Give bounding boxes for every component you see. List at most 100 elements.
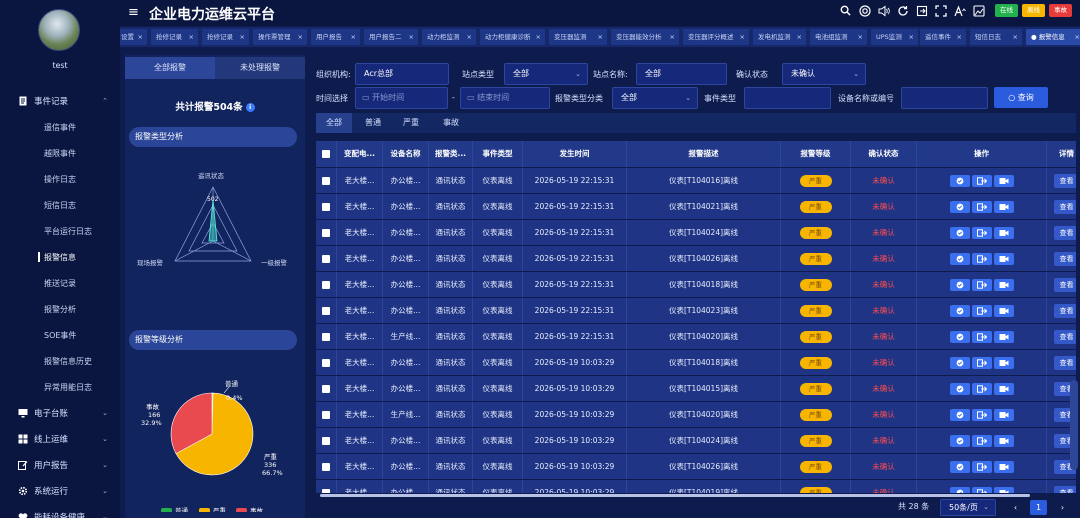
row-checkbox[interactable] [322,255,330,263]
tab-all-alarms[interactable]: 全部报警 [125,57,215,79]
sidebar-item-9[interactable]: SOE事件 [0,322,120,348]
handle-button[interactable] [971,253,992,265]
avatar[interactable] [38,9,80,51]
sidebar-item-10[interactable]: 报警信息历史 [0,348,120,374]
sidebar-item-4[interactable]: 短信日志 [0,192,120,218]
tab-unhandled-alarms[interactable]: 未处理报警 [215,57,305,79]
close-icon[interactable]: × [240,29,245,45]
tab-level-all[interactable]: 全部 [316,113,352,133]
handle-button[interactable] [971,227,992,239]
confirm-button[interactable] [949,201,970,213]
table-row[interactable]: 老大楼... 办公楼... 通讯状态 仪表离线 2026-05-19 22:15:31 仪… [316,297,1076,324]
page-vertical-scrollbar[interactable] [1070,380,1078,470]
font-size-icon[interactable] [953,4,966,17]
close-icon[interactable]: × [598,29,603,45]
tab-12[interactable]: 电池组监测 × [810,29,867,45]
close-icon[interactable]: × [858,29,863,45]
row-checkbox[interactable] [322,229,330,237]
handle-button[interactable] [971,175,992,187]
row-checkbox[interactable] [322,333,330,341]
confirm-button[interactable] [949,435,970,447]
row-checkbox[interactable] [322,463,330,471]
view-details-button[interactable]: 查看 [1053,486,1076,493]
view-details-button[interactable]: 查看 [1053,330,1076,344]
table-row[interactable]: 老大楼... 办公楼... 通讯状态 仪表离线 2026-05-19 22:15:31 仪… [316,271,1076,298]
help-icon[interactable] [858,4,871,17]
confirm-status-select[interactable]: 未确认 ⌄ [782,63,866,85]
sidebar-item-7[interactable]: 推送记录 [0,270,120,296]
handle-button[interactable] [971,383,992,395]
tab-7[interactable]: 动力柜健康诊断 × [480,29,545,45]
sidebar-group-15[interactable]: 系统运行 ⌄ [0,478,120,504]
view-details-button[interactable]: 查看 [1053,226,1076,240]
confirm-button[interactable] [949,383,970,395]
tab-14[interactable]: 遥信事件 × [920,29,966,45]
sidebar-item-3[interactable]: 操作日志 [0,166,120,192]
status-button-2[interactable]: 事故 [1049,4,1072,17]
video-button[interactable] [993,227,1014,239]
view-details-button[interactable]: 查看 [1053,174,1076,188]
view-details-button[interactable]: 查看 [1053,200,1076,214]
close-icon[interactable]: × [138,29,143,45]
sidebar-group-12[interactable]: 电子台账 ⌄ [0,400,120,426]
close-icon[interactable]: × [409,29,414,45]
row-checkbox[interactable] [322,281,330,289]
view-details-button[interactable]: 查看 [1053,356,1076,370]
row-checkbox[interactable] [322,359,330,367]
tab-4[interactable]: 用户报告 × [311,29,360,45]
close-icon[interactable]: × [670,29,675,45]
confirm-button[interactable] [949,279,970,291]
video-button[interactable] [993,305,1014,317]
table-row[interactable]: 老大楼... 办公楼... 通讯状态 仪表离线 2026-05-19 10:03:29 仪… [316,375,1076,402]
video-button[interactable] [993,279,1014,291]
close-icon[interactable]: × [298,29,303,45]
tab-15[interactable]: 短信日志 × [970,29,1022,45]
sidebar-group-14[interactable]: 用户报告 ⌄ [0,452,120,478]
page-size-select[interactable]: 50条/页 ⌄ [940,499,996,516]
confirm-button[interactable] [949,305,970,317]
handle-button[interactable] [971,279,992,291]
table-row[interactable]: 老大楼... 办公楼... 通讯状态 仪表离线 2026-05-19 22:15:31 仪… [316,193,1076,220]
sidebar-item-8[interactable]: 报警分析 [0,296,120,322]
next-page-button[interactable]: › [1054,500,1071,515]
confirm-button[interactable] [949,357,970,369]
close-icon[interactable]: × [1013,29,1018,45]
handle-button[interactable] [971,357,992,369]
handle-button[interactable] [971,331,992,343]
close-icon[interactable]: × [189,29,194,45]
status-button-0[interactable]: 在线 [995,4,1018,17]
export-icon[interactable] [915,4,928,17]
tab-16[interactable]: ● 报警信息 × [1026,29,1080,45]
video-button[interactable] [993,253,1014,265]
sidebar-group-0[interactable]: 事件记录 ⌃ [0,88,120,114]
confirm-button[interactable] [949,227,970,239]
tab-9[interactable]: 变压器能效分析 × [611,29,679,45]
tab-10[interactable]: 变压器评分概述 × [683,29,749,45]
close-icon[interactable]: × [909,29,914,45]
tab-13[interactable]: UPS监测 × [871,29,918,45]
sidebar-group-13[interactable]: 线上运维 ⌄ [0,426,120,452]
row-checkbox[interactable] [322,385,330,393]
handle-button[interactable] [971,435,992,447]
confirm-button[interactable] [949,253,970,265]
close-icon[interactable]: × [797,29,802,45]
video-button[interactable] [993,201,1014,213]
row-checkbox[interactable] [322,177,330,185]
confirm-button[interactable] [949,461,970,473]
table-row[interactable]: 老大楼... 办公楼... 通讯状态 仪表离线 2026-05-19 22:15:31 仪… [316,219,1076,246]
tab-1[interactable]: 抢修记录 × [151,29,198,45]
confirm-button[interactable] [949,409,970,421]
fullscreen-icon[interactable] [934,4,947,17]
close-icon[interactable]: × [351,29,356,45]
select-all-checkbox[interactable] [322,150,330,158]
tab-level-accident[interactable]: 事故 [434,113,468,133]
view-details-button[interactable]: 查看 [1053,252,1076,266]
sidebar-group-16[interactable]: 能耗设备健康 ⌄ [0,504,120,518]
close-icon[interactable]: × [467,29,472,45]
video-button[interactable] [993,357,1014,369]
row-checkbox[interactable] [322,411,330,419]
prev-page-button[interactable]: ‹ [1007,500,1024,515]
table-row[interactable]: 老大楼... 生产线... 通讯状态 仪表离线 2026-05-19 10:03:29 仪… [316,401,1076,428]
scrollbar-thumb[interactable] [320,494,1030,497]
tab-0[interactable]: 设置 × [120,29,147,45]
